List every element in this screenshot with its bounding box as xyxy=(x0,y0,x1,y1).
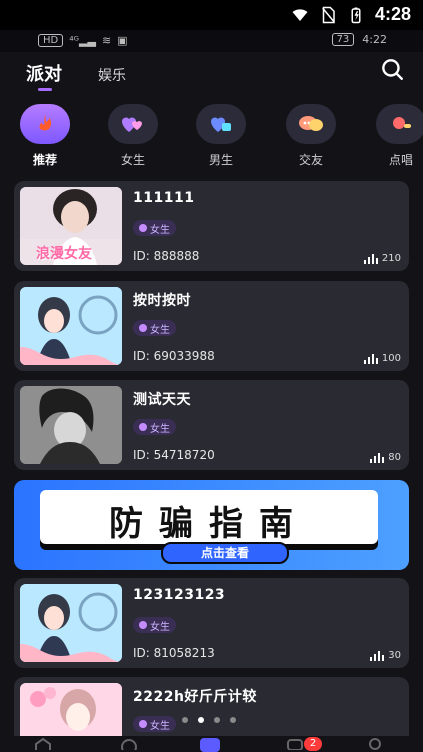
tab-entertainment[interactable]: 娱乐 xyxy=(98,65,126,85)
system-status-right: 4:28 xyxy=(291,4,411,25)
gender-tag: 女生 xyxy=(133,419,176,435)
app-badge-icon: ▣ xyxy=(117,34,128,47)
signal-bars-icon xyxy=(370,452,385,463)
wifi-mini-icon: ≋ xyxy=(101,34,112,47)
category-label: 点唱 xyxy=(388,153,413,167)
category-label: 女生 xyxy=(120,153,145,167)
banner-view-button[interactable]: 点击查看 xyxy=(161,542,289,564)
room-thumbnail xyxy=(20,584,122,662)
heat-count: 30 xyxy=(388,650,401,661)
carousel-dot[interactable] xyxy=(182,717,188,723)
thumbnail-caption: 浪漫女友 xyxy=(36,246,92,262)
tag-dot-icon xyxy=(139,224,147,232)
gender-tag: 女生 xyxy=(133,716,176,732)
room-title: 123123123 xyxy=(133,587,226,603)
gender-tag-label: 女生 xyxy=(150,224,170,236)
room-title: 2222h好斤斤计较 xyxy=(133,689,257,705)
category-sing[interactable]: 点唱 xyxy=(366,104,423,174)
room-card[interactable]: 按时按时 女生 ID: 69033988 100 xyxy=(14,281,409,371)
gender-tag-label: 女生 xyxy=(150,720,170,732)
gender-tag: 女生 xyxy=(133,617,176,633)
heat-count: 210 xyxy=(381,253,401,264)
top-tabs: 派对 娱乐 xyxy=(26,60,406,96)
battery-level: 73 xyxy=(331,33,355,46)
signal-bars-icon xyxy=(370,650,385,661)
carousel-dot[interactable] xyxy=(230,717,236,723)
room-title: 按时按时 xyxy=(133,293,191,309)
tab-party[interactable]: 派对 xyxy=(26,60,62,86)
message-notification-badge: 2 xyxy=(304,737,322,751)
hd-icon: HD xyxy=(38,34,64,47)
bottom-navigation xyxy=(0,736,423,752)
heart-gift-icon xyxy=(196,104,246,144)
banner-card: 防骗指南 xyxy=(40,490,378,544)
category-label: 推荐 xyxy=(32,153,57,167)
signal-bars-icon xyxy=(363,253,378,264)
carousel-dot-active[interactable] xyxy=(198,717,204,723)
no-sim-icon xyxy=(322,6,335,23)
tag-dot-icon xyxy=(139,324,147,332)
signal-icon: ⁴ᴳ▂▃ xyxy=(69,34,96,47)
hearts-icon xyxy=(108,104,158,144)
gender-tag: 女生 xyxy=(133,220,176,236)
category-row: 推荐 女生 男生 交友 点唱 xyxy=(0,104,423,174)
app-status-right: 73 4:22 xyxy=(331,33,387,46)
system-status-bar: 4:28 xyxy=(0,0,423,30)
room-title: 111111 xyxy=(133,190,195,206)
category-recommend[interactable]: 推荐 xyxy=(10,104,80,174)
gender-tag: 女生 xyxy=(133,320,176,336)
secondary-time: 4:22 xyxy=(362,33,387,46)
heat-count: 80 xyxy=(388,452,401,463)
compass-icon[interactable] xyxy=(120,738,138,750)
tag-dot-icon xyxy=(139,621,147,629)
message-icon[interactable] xyxy=(286,738,304,750)
heat-indicator: 100 xyxy=(363,353,401,364)
carousel-dot[interactable] xyxy=(214,717,220,723)
heat-indicator: 80 xyxy=(370,452,401,463)
system-time: 4:28 xyxy=(374,4,411,24)
heat-indicator: 30 xyxy=(370,650,401,661)
room-thumbnail xyxy=(20,386,122,464)
category-female[interactable]: 女生 xyxy=(98,104,168,174)
carousel-dots xyxy=(182,717,236,723)
mic-icon xyxy=(376,104,423,144)
room-id: ID: 54718720 xyxy=(133,448,215,462)
profile-icon[interactable] xyxy=(366,738,384,750)
app-status-bar: HD ⁴ᴳ▂▃ ≋ ▣ 73 4:22 xyxy=(0,30,423,52)
tab-party-underline xyxy=(38,88,52,91)
signal-bars-icon xyxy=(363,353,378,364)
category-label: 交友 xyxy=(298,153,323,167)
room-thumbnail xyxy=(20,287,122,365)
category-male[interactable]: 男生 xyxy=(186,104,256,174)
wifi-icon xyxy=(292,8,308,21)
room-title: 测试天天 xyxy=(133,392,191,408)
anti-fraud-banner[interactable]: 防骗指南 点击查看 xyxy=(14,480,409,570)
room-id: ID: 69033988 xyxy=(133,349,215,363)
room-card[interactable]: 浪漫女友 111111 女生 ID: 888888 210 xyxy=(14,181,409,271)
room-id: ID: 81058213 xyxy=(133,646,215,660)
category-label: 男生 xyxy=(208,153,233,167)
flame-icon xyxy=(20,104,70,144)
category-social[interactable]: 交友 xyxy=(276,104,346,174)
banner-title: 防骗指南 xyxy=(109,504,309,544)
live-icon[interactable] xyxy=(198,736,222,752)
room-thumbnail: 浪漫女友 xyxy=(20,187,122,265)
heat-count: 100 xyxy=(381,353,401,364)
gender-tag-label: 女生 xyxy=(150,423,170,435)
tag-dot-icon xyxy=(139,720,147,728)
home-icon[interactable] xyxy=(34,738,52,750)
tag-dot-icon xyxy=(139,423,147,431)
battery-charging-icon xyxy=(351,7,361,23)
gender-tag-label: 女生 xyxy=(150,324,170,336)
heat-indicator: 210 xyxy=(363,253,401,264)
chat-bubbles-icon xyxy=(286,104,336,144)
room-card[interactable]: 测试天天 女生 ID: 54718720 80 xyxy=(14,380,409,470)
search-icon[interactable] xyxy=(379,56,405,82)
app-status-left: HD ⁴ᴳ▂▃ ≋ ▣ xyxy=(38,34,128,47)
room-id: ID: 888888 xyxy=(133,249,200,263)
gender-tag-label: 女生 xyxy=(150,621,170,633)
room-card[interactable]: 123123123 女生 ID: 81058213 30 xyxy=(14,578,409,668)
